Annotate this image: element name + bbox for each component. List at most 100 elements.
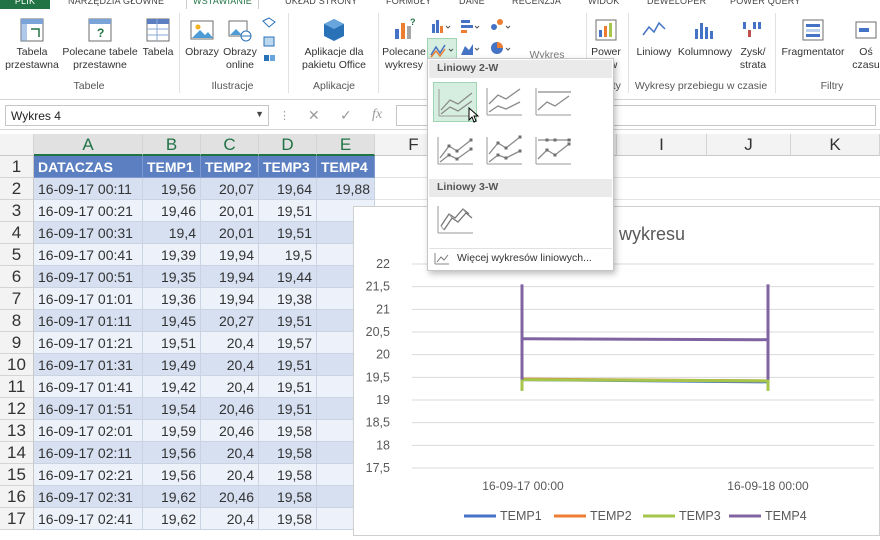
table-cell[interactable]: 19,59	[143, 420, 201, 442]
select-all-corner[interactable]	[0, 134, 34, 156]
tab-widok[interactable]: WIDOK	[588, 0, 620, 9]
row-header[interactable]: 15	[0, 464, 34, 486]
column-header-j[interactable]: J	[707, 134, 791, 156]
table-cell[interactable]: 16-09-17 01:21	[34, 332, 143, 354]
table-cell[interactable]: 16-09-17 01:31	[34, 354, 143, 376]
name-box-dropdown-icon[interactable]: ▼	[255, 109, 264, 119]
table-cell[interactable]: 20,01	[201, 222, 259, 244]
table-cell[interactable]: 16-09-17 00:41	[34, 244, 143, 266]
table-cell[interactable]: 16-09-17 02:41	[34, 508, 143, 530]
row-header[interactable]: 13	[0, 420, 34, 442]
row-header[interactable]: 8	[0, 310, 34, 332]
gallery-line-chart[interactable]	[433, 82, 480, 123]
table-cell[interactable]: 19,94	[201, 266, 259, 288]
table-header-cell[interactable]: TEMP4	[317, 156, 375, 178]
table-cell[interactable]: 19,58	[259, 442, 317, 464]
table-cell[interactable]: 16-09-17 00:21	[34, 200, 143, 222]
table-header-cell[interactable]: TEMP2	[201, 156, 259, 178]
bar-chart-dropdown-icon[interactable]	[459, 17, 481, 35]
table-cell[interactable]: 19,58	[259, 508, 317, 530]
table-cell[interactable]: 20,01	[201, 200, 259, 222]
shapes-button[interactable]	[260, 15, 280, 69]
gallery-3d-line-chart[interactable]	[433, 200, 477, 240]
sparkline-column-button[interactable]: Kolumnowy	[677, 17, 733, 59]
row-header[interactable]: 12	[0, 398, 34, 420]
table-cell[interactable]: 19,56	[143, 442, 201, 464]
insert-function-button[interactable]: fx	[372, 107, 382, 123]
row-header[interactable]: 6	[0, 266, 34, 288]
gallery-line-markers-chart[interactable]	[433, 131, 477, 171]
table-cell[interactable]: 20,46	[201, 420, 259, 442]
table-cell[interactable]: 19,51	[143, 332, 201, 354]
column-header-k[interactable]: K	[791, 134, 880, 156]
row-header[interactable]: 17	[0, 508, 34, 530]
table-cell[interactable]: 19,51	[259, 222, 317, 244]
row-header[interactable]: 7	[0, 288, 34, 310]
table-cell[interactable]: 19,54	[143, 398, 201, 420]
scatter-chart-dropdown-icon[interactable]	[488, 17, 514, 35]
table-cell[interactable]: 19,94	[201, 288, 259, 310]
table-cell[interactable]: 19,56	[143, 178, 201, 200]
tab-plik[interactable]: PLIK	[0, 0, 50, 9]
column-chart-dropdown-icon[interactable]	[430, 17, 452, 35]
table-cell[interactable]: 19,51	[259, 398, 317, 420]
cancel-formula-button[interactable]: ✕	[308, 107, 320, 124]
table-cell[interactable]: 19,45	[143, 310, 201, 332]
tab-narzedzia-glowne[interactable]: NARZĘDZIA GŁÓWNE	[68, 0, 164, 9]
table-cell[interactable]: 19,58	[259, 486, 317, 508]
column-header-i[interactable]: I	[617, 134, 707, 156]
table-cell[interactable]: 19,62	[143, 486, 201, 508]
recommended-pivot-button[interactable]: ? Polecane tabele przestawne	[62, 17, 138, 72]
column-header-b[interactable]: B	[143, 134, 201, 156]
table-cell[interactable]: 19,56	[143, 464, 201, 486]
table-cell[interactable]: 19,88	[317, 178, 375, 200]
table-cell[interactable]: 19,51	[259, 310, 317, 332]
table-cell[interactable]: 20,27	[201, 310, 259, 332]
row-header[interactable]: 1	[0, 156, 34, 178]
table-header-cell[interactable]: TEMP1	[143, 156, 201, 178]
column-header-e[interactable]: E	[317, 134, 375, 156]
table-cell[interactable]: 16-09-17 00:51	[34, 266, 143, 288]
table-cell[interactable]: 20,4	[201, 442, 259, 464]
table-cell[interactable]: 19,94	[201, 244, 259, 266]
table-button[interactable]: Tabela	[140, 17, 176, 59]
table-cell[interactable]: 19,62	[143, 508, 201, 530]
tab-dane[interactable]: DANE	[459, 0, 485, 9]
table-cell[interactable]: 16-09-17 01:41	[34, 376, 143, 398]
pictures-button[interactable]: Obrazy	[183, 17, 221, 59]
tab-wstawianie[interactable]: WSTAWIANIE	[186, 0, 259, 9]
table-cell[interactable]: 16-09-17 02:31	[34, 486, 143, 508]
table-cell[interactable]: 16-09-17 01:11	[34, 310, 143, 332]
table-cell[interactable]: 16-09-17 02:11	[34, 442, 143, 464]
slicer-button[interactable]: Fragmentator	[778, 17, 848, 59]
table-cell[interactable]: 16-09-17 01:01	[34, 288, 143, 310]
tab-formuly[interactable]: FORMUŁY	[386, 0, 431, 9]
table-cell[interactable]: 20,4	[201, 508, 259, 530]
row-header[interactable]: 3	[0, 200, 34, 222]
table-header-cell[interactable]: TEMP3	[259, 156, 317, 178]
gallery-100-stacked-line-chart[interactable]	[531, 82, 575, 122]
name-box[interactable]: Wykres 4 ▼	[5, 105, 269, 126]
column-header-a[interactable]: A	[34, 134, 143, 156]
table-cell[interactable]: 19,5	[259, 244, 317, 266]
area-chart-dropdown-icon[interactable]	[459, 39, 481, 57]
tab-deweloper[interactable]: DEWELOPER	[647, 0, 706, 9]
sparkline-line-button[interactable]: Liniowy	[633, 17, 675, 59]
column-header-d[interactable]: D	[259, 134, 317, 156]
table-cell[interactable]: 19,38	[259, 288, 317, 310]
row-header[interactable]: 10	[0, 354, 34, 376]
table-cell[interactable]: 20,4	[201, 464, 259, 486]
table-cell[interactable]: 19,46	[143, 200, 201, 222]
enter-formula-button[interactable]: ✓	[340, 107, 352, 124]
table-cell[interactable]: 20,46	[201, 398, 259, 420]
row-header[interactable]: 9	[0, 332, 34, 354]
table-cell[interactable]: 16-09-17 00:11	[34, 178, 143, 200]
table-header-cell[interactable]: DATACZAS	[34, 156, 143, 178]
tab-uklad-strony[interactable]: UKŁAD STRONY	[285, 0, 357, 9]
table-cell[interactable]: 19,44	[259, 266, 317, 288]
table-cell[interactable]: 20,4	[201, 332, 259, 354]
table-cell[interactable]: 16-09-17 00:31	[34, 222, 143, 244]
table-cell[interactable]: 19,49	[143, 354, 201, 376]
tab-recenzja[interactable]: RECENZJA	[512, 0, 561, 9]
table-cell[interactable]: 19,42	[143, 376, 201, 398]
